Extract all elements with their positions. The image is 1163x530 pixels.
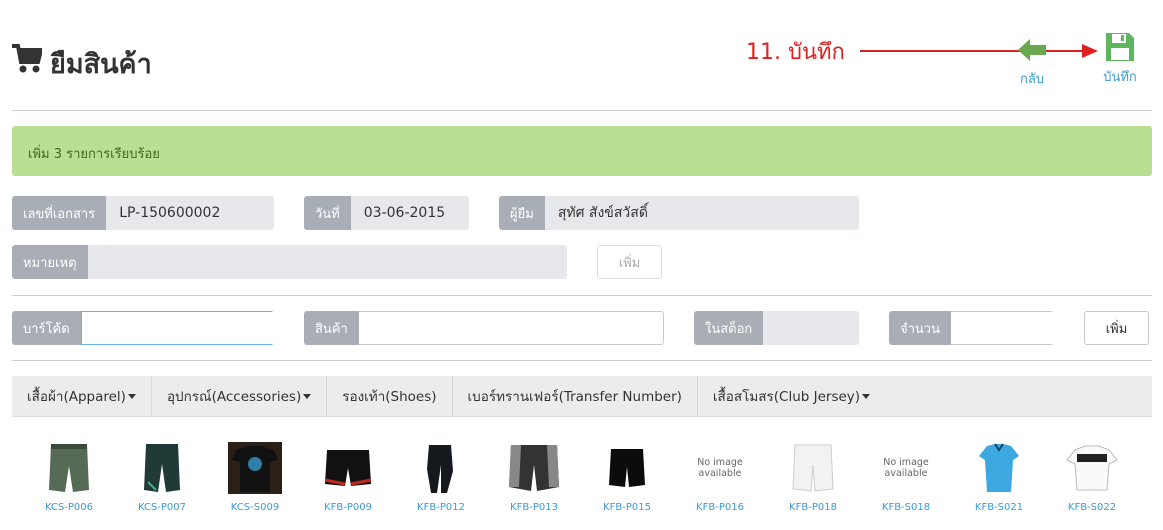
product-image-placeholder: No image available: [883, 457, 929, 479]
product-label: สินค้า: [304, 311, 359, 345]
product-grid: KCS-P006 KCS-P007 KCS-S009 KFB-P009 KFB-…: [12, 440, 1152, 530]
form-divider: [12, 295, 1152, 296]
category-tabs: เสื้อผ้า(Apparel) อุปกรณ์(Accessories) ร…: [12, 376, 1152, 417]
product-code[interactable]: KFB-P015: [603, 502, 651, 513]
borrower-label: ผู้ยืม: [499, 196, 545, 230]
product-code[interactable]: KFB-S022: [1068, 502, 1116, 513]
product-input[interactable]: [358, 311, 664, 345]
product-item[interactable]: KFB-P013: [489, 440, 579, 513]
header-divider: [12, 110, 1152, 111]
product-image-grey-shorts: [506, 440, 562, 496]
product-code[interactable]: KFB-P016: [696, 502, 744, 513]
quantity-label: จำนวน: [889, 311, 951, 345]
product-code[interactable]: KFB-P012: [417, 502, 465, 513]
note-value[interactable]: [87, 245, 567, 279]
page-title: ยืมสินค้า: [50, 49, 152, 80]
caret-down-icon: [303, 393, 312, 399]
product-image-black-pants: [413, 440, 469, 496]
floppy-disk-icon: [1106, 33, 1134, 61]
product-item[interactable]: KCS-P006: [24, 440, 114, 513]
product-image-white-jersey: [1064, 440, 1120, 496]
product-code[interactable]: KFB-P009: [324, 502, 372, 513]
product-item[interactable]: KFB-P015: [582, 440, 672, 513]
date-field: วันที่ 03-06-2015: [304, 196, 469, 230]
product-field: สินค้า: [304, 311, 664, 345]
product-item[interactable]: No image available KFB-S018: [861, 440, 951, 513]
product-image-blue-jersey: [971, 440, 1027, 496]
in-stock-value: [763, 311, 859, 345]
product-code[interactable]: KCS-P007: [138, 502, 186, 513]
back-label: กลับ: [1019, 72, 1045, 87]
product-code[interactable]: KFB-S021: [975, 502, 1023, 513]
product-item[interactable]: KCS-S009: [210, 440, 300, 513]
tab-transfer-number-label: เบอร์ทรานเฟอร์(Transfer Number): [467, 389, 682, 405]
product-image-green-shorts: [41, 440, 97, 496]
quantity-input[interactable]: [951, 311, 1054, 345]
product-item[interactable]: KFB-S021: [954, 440, 1044, 513]
product-code[interactable]: KFB-P013: [510, 502, 558, 513]
barcode-label: บาร์โค้ด: [12, 311, 81, 345]
barcode-field: บาร์โค้ด: [12, 311, 274, 345]
product-image-black-red-shorts: [320, 440, 376, 496]
add-item-button[interactable]: เพิ่ม: [1084, 311, 1149, 345]
in-stock-field: ในสต็อก: [694, 311, 859, 345]
borrower-value: สุทัศ สังข์สวัสดิ์: [544, 196, 859, 230]
arrow-left-icon: [1018, 39, 1046, 61]
note-add-button[interactable]: เพิ่ม: [597, 245, 662, 279]
product-image-black-shorts: [599, 440, 655, 496]
caret-down-icon: [862, 393, 871, 399]
tab-accessories-label: อุปกรณ์(Accessories): [166, 389, 302, 405]
annotation-label: 11. บันทึก: [746, 40, 845, 65]
doc-no-label: เลขที่เอกสาร: [12, 196, 107, 230]
product-item[interactable]: KCS-P007: [117, 440, 207, 513]
search-divider: [12, 360, 1152, 361]
date-value: 03-06-2015: [350, 196, 469, 230]
annotation-arrow-head: [1082, 44, 1098, 58]
save-button[interactable]: บันทึก: [1097, 32, 1143, 87]
cart-icon: [12, 44, 42, 73]
back-button[interactable]: กลับ: [1012, 36, 1052, 89]
page-header: ยืมสินค้า 11. บันทึก กลับ บันทึก: [0, 0, 1163, 110]
product-code[interactable]: KCS-P006: [45, 502, 93, 513]
in-stock-label: ในสต็อก: [694, 311, 764, 345]
tab-shoes[interactable]: รองเท้า(Shoes): [327, 376, 453, 416]
product-image-dark-shorts: [134, 440, 190, 496]
doc-no-value: LP-150600002: [106, 196, 274, 230]
product-code[interactable]: KFB-P018: [789, 502, 837, 513]
note-field[interactable]: หมายเหตุ: [12, 245, 567, 279]
product-image-white-shorts: [785, 440, 841, 496]
product-item[interactable]: KFB-P009: [303, 440, 393, 513]
save-label: บันทึก: [1103, 70, 1137, 85]
doc-no-field: เลขที่เอกสาร LP-150600002: [12, 196, 274, 230]
tab-club-jersey-label: เสื้อสโมสร(Club Jersey): [712, 389, 861, 405]
annotation-arrow-line: [860, 50, 1090, 52]
note-label: หมายเหตุ: [12, 245, 88, 279]
product-code[interactable]: KCS-S009: [231, 502, 279, 513]
tab-club-jersey[interactable]: เสื้อสโมสร(Club Jersey): [698, 376, 885, 416]
product-item[interactable]: KFB-P012: [396, 440, 486, 513]
tab-apparel-label: เสื้อผ้า(Apparel): [27, 389, 126, 405]
barcode-input[interactable]: [80, 311, 274, 345]
tab-apparel[interactable]: เสื้อผ้า(Apparel): [12, 376, 152, 416]
product-item[interactable]: KFB-S022: [1047, 440, 1137, 513]
tab-transfer-number[interactable]: เบอร์ทรานเฟอร์(Transfer Number): [453, 376, 698, 416]
tab-shoes-label: รองเท้า(Shoes): [342, 389, 437, 405]
product-item[interactable]: KFB-P018: [768, 440, 858, 513]
date-label: วันที่: [304, 196, 351, 230]
product-item[interactable]: No image available KFB-P016: [675, 440, 765, 513]
tab-accessories[interactable]: อุปกรณ์(Accessories): [152, 376, 328, 416]
success-alert: เพิ่ม 3 รายการเรียบร้อย: [12, 126, 1152, 176]
quantity-field: จำนวน: [889, 311, 1054, 345]
caret-down-icon: [127, 393, 136, 399]
borrower-field: ผู้ยืม สุทัศ สังข์สวัสดิ์: [499, 196, 859, 230]
product-code[interactable]: KFB-S018: [882, 502, 930, 513]
product-image-black-tshirt: [227, 440, 283, 496]
product-image-placeholder: No image available: [697, 457, 743, 479]
